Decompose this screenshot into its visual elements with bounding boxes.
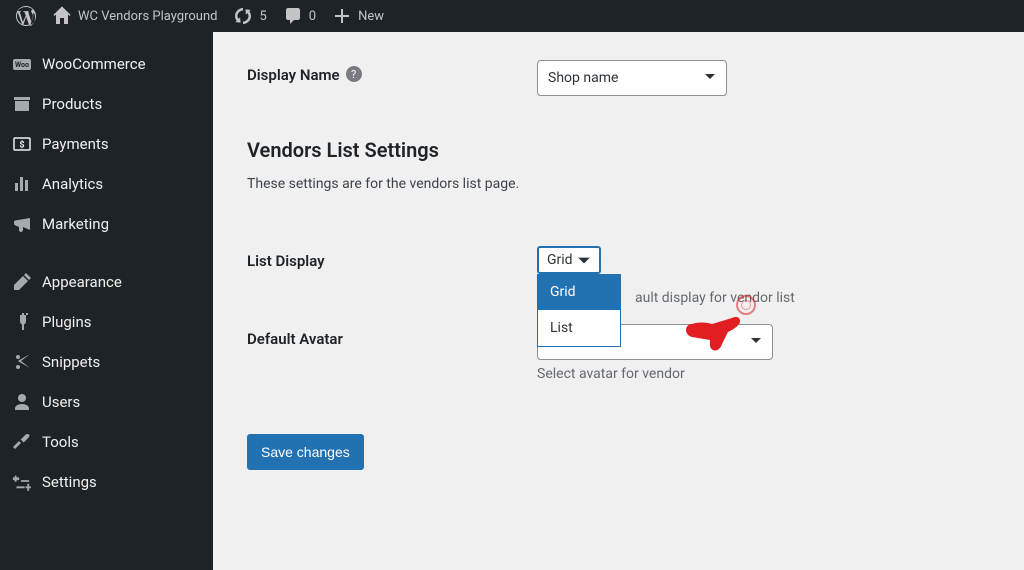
help-icon[interactable]: ? xyxy=(346,66,362,82)
svg-text:Woo: Woo xyxy=(15,61,29,69)
sidebar-item-label: Plugins xyxy=(42,313,91,331)
sidebar-item-label: Users xyxy=(42,393,80,411)
new-label: New xyxy=(358,9,384,24)
comment-icon xyxy=(283,6,303,26)
updates-link[interactable]: 5 xyxy=(225,0,274,32)
dropdown-option-grid[interactable]: Grid xyxy=(538,274,620,310)
chevron-down-icon xyxy=(750,334,762,350)
site-name-link[interactable]: WC Vendors Playground xyxy=(44,0,225,32)
payments-icon: $ xyxy=(12,134,32,154)
sidebar-item-payments[interactable]: $ Payments xyxy=(0,124,213,164)
wordpress-icon xyxy=(16,6,36,26)
sidebar-item-label: Settings xyxy=(42,473,97,491)
sidebar-item-label: Marketing xyxy=(42,215,109,233)
woocommerce-icon: Woo xyxy=(12,54,32,74)
section-heading: Vendors List Settings xyxy=(247,138,990,162)
list-display-select[interactable]: Grid xyxy=(537,246,601,274)
comments-count: 0 xyxy=(309,9,316,24)
admin-bar: WC Vendors Playground 5 0 New xyxy=(0,0,1024,32)
menu-separator xyxy=(0,244,213,262)
sidebar-item-tools[interactable]: Tools xyxy=(0,422,213,462)
sidebar-item-appearance[interactable]: Appearance xyxy=(0,262,213,302)
sidebar-item-label: Snippets xyxy=(42,353,100,371)
settings-icon xyxy=(12,472,32,492)
scissors-icon xyxy=(12,352,32,372)
list-display-label: List Display xyxy=(247,246,537,274)
site-name: WC Vendors Playground xyxy=(78,9,217,24)
default-avatar-label: Default Avatar xyxy=(247,324,537,382)
comments-link[interactable]: 0 xyxy=(275,0,324,32)
sidebar-item-label: Tools xyxy=(42,433,79,451)
chevron-down-icon xyxy=(577,253,591,267)
sidebar-item-label: Analytics xyxy=(42,175,103,193)
chevron-down-icon xyxy=(704,70,716,86)
svg-text:$: $ xyxy=(19,140,24,151)
display-name-select[interactable]: Shop name xyxy=(537,60,727,96)
new-content-link[interactable]: New xyxy=(324,0,392,32)
sidebar-item-label: Appearance xyxy=(42,273,122,291)
dropdown-option-list[interactable]: List xyxy=(538,310,620,346)
display-name-label: Display Name ? xyxy=(247,60,537,96)
brush-icon xyxy=(12,272,32,292)
main-content: Display Name ? Shop name Vendors List Se… xyxy=(213,32,1024,570)
sidebar-item-users[interactable]: Users xyxy=(0,382,213,422)
sidebar-item-plugins[interactable]: Plugins xyxy=(0,302,213,342)
sidebar-item-label: Payments xyxy=(42,135,109,153)
plugin-icon xyxy=(12,312,32,332)
list-display-desc: ault display for vendor list xyxy=(635,290,795,306)
sidebar-item-marketing[interactable]: Marketing xyxy=(0,204,213,244)
admin-sidebar: Woo WooCommerce Products $ Payments Anal… xyxy=(0,32,213,570)
sidebar-item-analytics[interactable]: Analytics xyxy=(0,164,213,204)
wrench-icon xyxy=(12,432,32,452)
sidebar-item-snippets[interactable]: Snippets xyxy=(0,342,213,382)
list-display-dropdown: Grid List xyxy=(537,274,621,347)
sidebar-item-products[interactable]: Products xyxy=(0,84,213,124)
archive-icon xyxy=(12,94,32,114)
sidebar-item-settings[interactable]: Settings xyxy=(0,462,213,502)
plus-icon xyxy=(332,6,352,26)
default-avatar-desc: Select avatar for vendor xyxy=(537,366,990,382)
save-button[interactable]: Save changes xyxy=(247,434,364,470)
wp-logo-menu[interactable] xyxy=(8,0,44,32)
megaphone-icon xyxy=(12,214,32,234)
analytics-icon xyxy=(12,174,32,194)
sidebar-item-label: Products xyxy=(42,95,102,113)
update-icon xyxy=(233,6,253,26)
section-description: These settings are for the vendors list … xyxy=(247,176,990,192)
user-icon xyxy=(12,392,32,412)
sidebar-item-woocommerce[interactable]: Woo WooCommerce xyxy=(0,44,213,84)
updates-count: 5 xyxy=(259,9,266,24)
sidebar-item-label: WooCommerce xyxy=(42,55,146,73)
home-icon xyxy=(52,6,72,26)
